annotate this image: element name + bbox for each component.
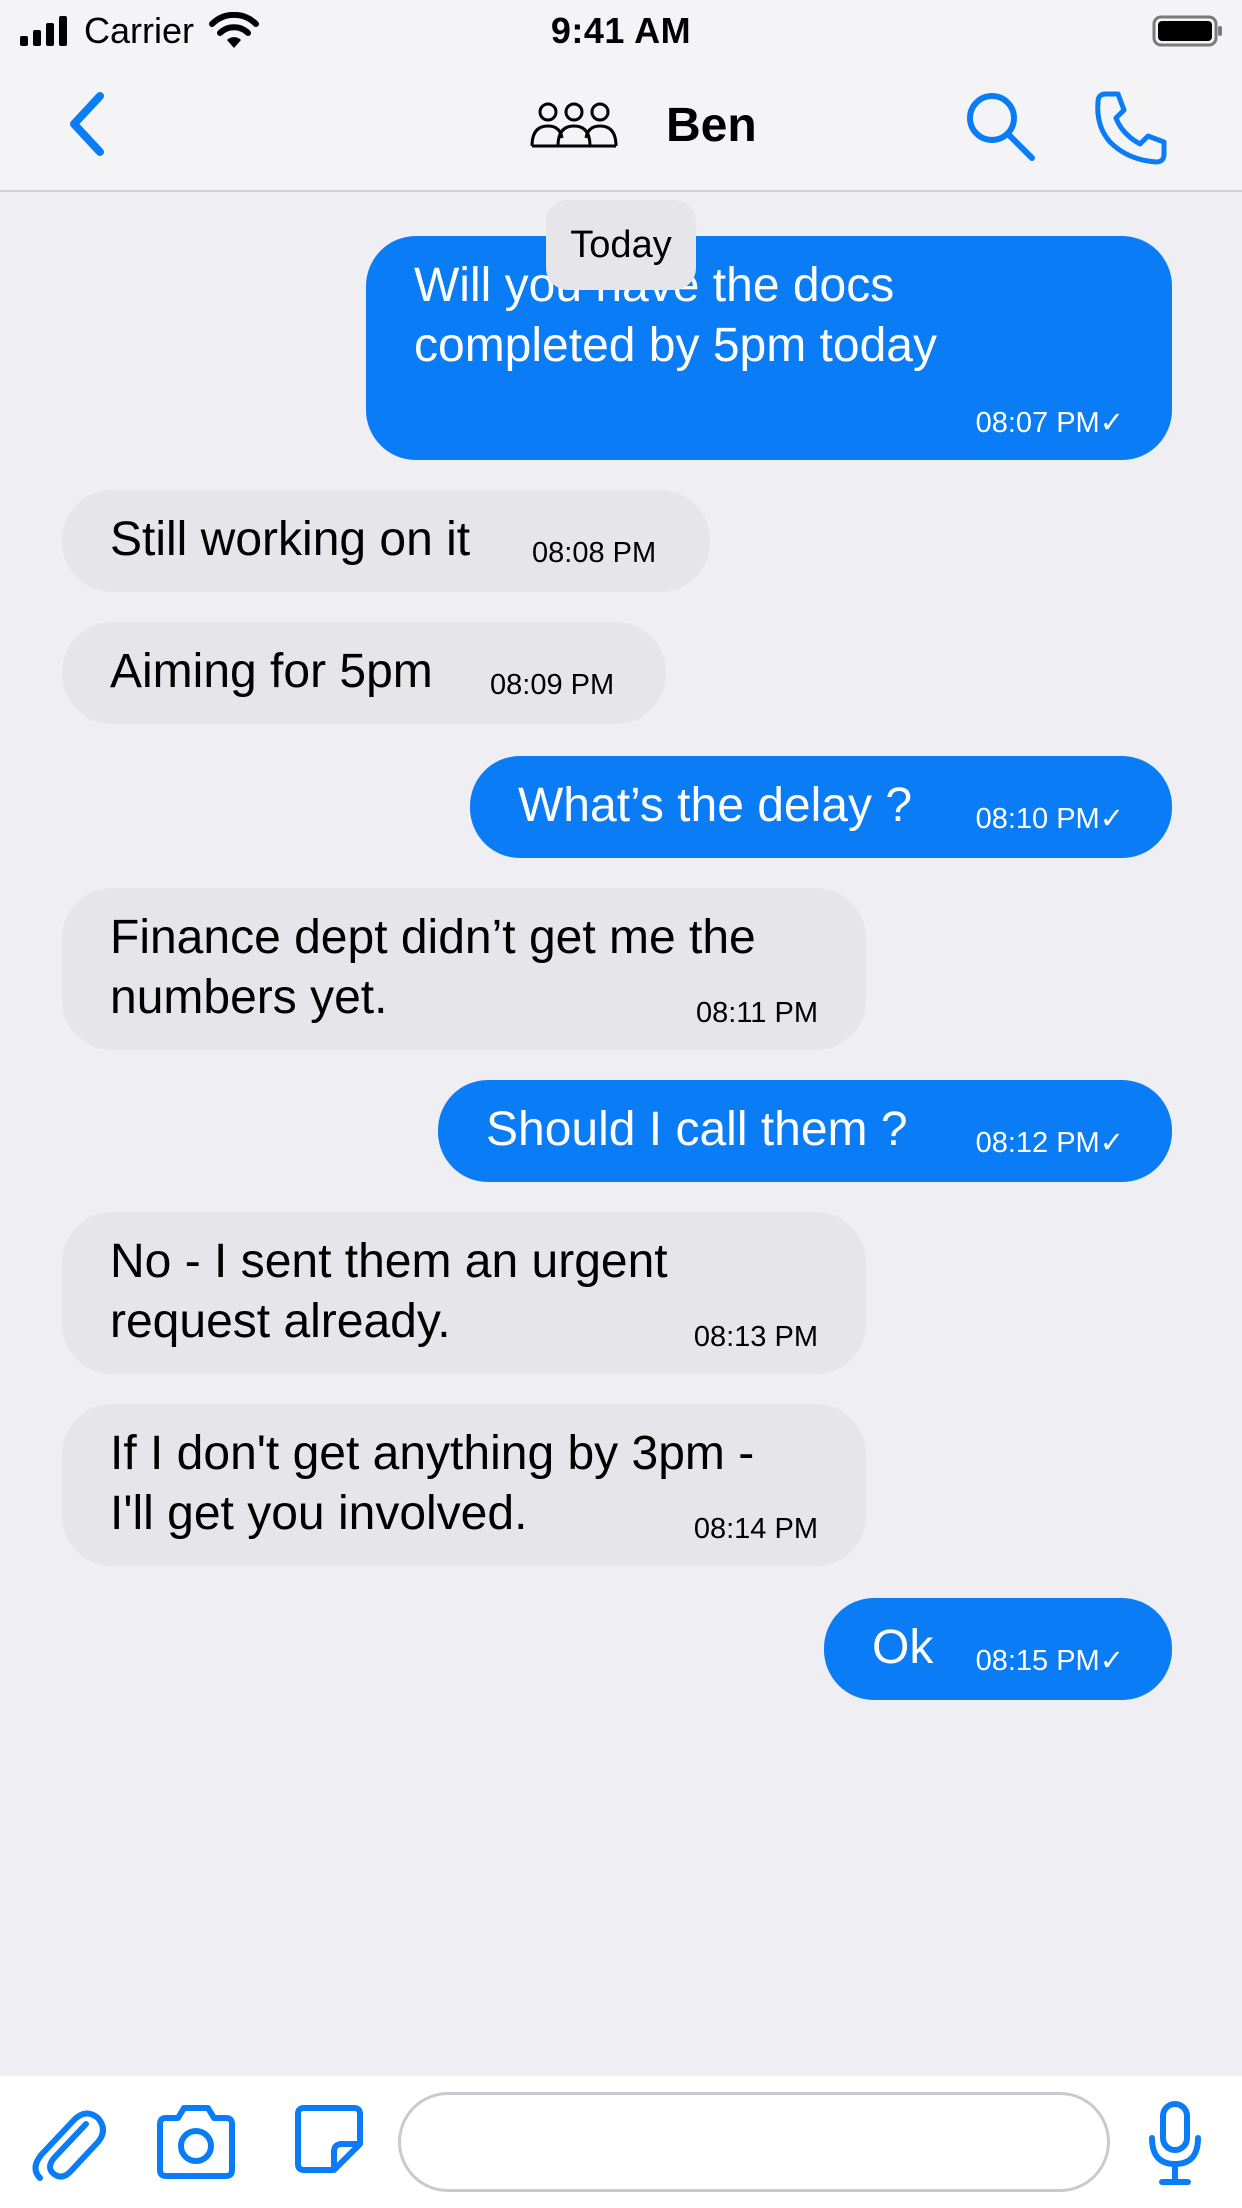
message-timestamp: 08:12 PM✓ [975,1127,1124,1159]
message-text: What’s the delay ? [518,779,913,832]
date-separator: Today [546,200,696,290]
message-text: Aiming for 5pm [110,645,433,698]
message-timestamp: 08:11 PM [696,997,818,1029]
status-time: 9:41 AM [550,10,692,51]
conversation-title: Ben [666,99,757,152]
message-text: Finance dept didn’t get me the numbers y… [110,911,756,1024]
message-timestamp: 08:14 PM [693,1513,818,1545]
battery-icon [1152,15,1222,47]
message-bubble-outgoing[interactable]: Ok 08:15 PM✓ [824,1598,1172,1700]
message-timestamp: 08:09 PM [490,669,615,701]
message-text: Still working on it [110,513,471,566]
camera-icon[interactable] [152,2104,240,2180]
sticker-icon[interactable] [294,2104,364,2174]
message-text: No - I sent them an urgent request alrea… [110,1235,668,1348]
message-input[interactable] [398,2092,1110,2192]
attachment-icon[interactable] [28,2102,110,2184]
microphone-icon[interactable] [1148,2100,1202,2186]
back-chevron-icon[interactable] [60,84,116,164]
message-bubble-outgoing[interactable]: Should I call them ? 08:12 PM✓ [438,1080,1172,1182]
group-icon[interactable] [530,100,618,152]
message-timestamp: 08:13 PM [693,1321,818,1353]
message-bubble-incoming[interactable]: If I don't get anything by 3pm - I'll ge… [62,1404,866,1566]
message-timestamp: 08:10 PM✓ [975,803,1124,835]
message-bubble-incoming[interactable]: Finance dept didn’t get me the numbers y… [62,888,866,1050]
message-timestamp: 08:08 PM [532,537,657,569]
message-bubble-outgoing[interactable]: Will you have the docs completed by 5pm … [366,236,1172,460]
navigation-bar [0,62,1242,192]
message-text: If I don't get anything by 3pm - I'll ge… [110,1427,755,1540]
message-bubble-incoming[interactable]: Still working on it 08:08 PM [62,490,710,592]
search-icon[interactable] [962,88,1038,164]
message-text: Should I call them ? [486,1103,908,1156]
message-text: Ok [872,1621,934,1674]
message-bubble-incoming[interactable]: Aiming for 5pm 08:09 PM [62,622,666,724]
phone-icon[interactable] [1092,88,1172,168]
message-timestamp: 08:15 PM✓ [975,1645,1124,1677]
message-bubble-outgoing[interactable]: What’s the delay ? 08:10 PM✓ [470,756,1172,858]
message-bubble-incoming[interactable]: No - I sent them an urgent request alrea… [62,1212,866,1374]
message-timestamp: 08:07 PM✓ [975,407,1124,439]
